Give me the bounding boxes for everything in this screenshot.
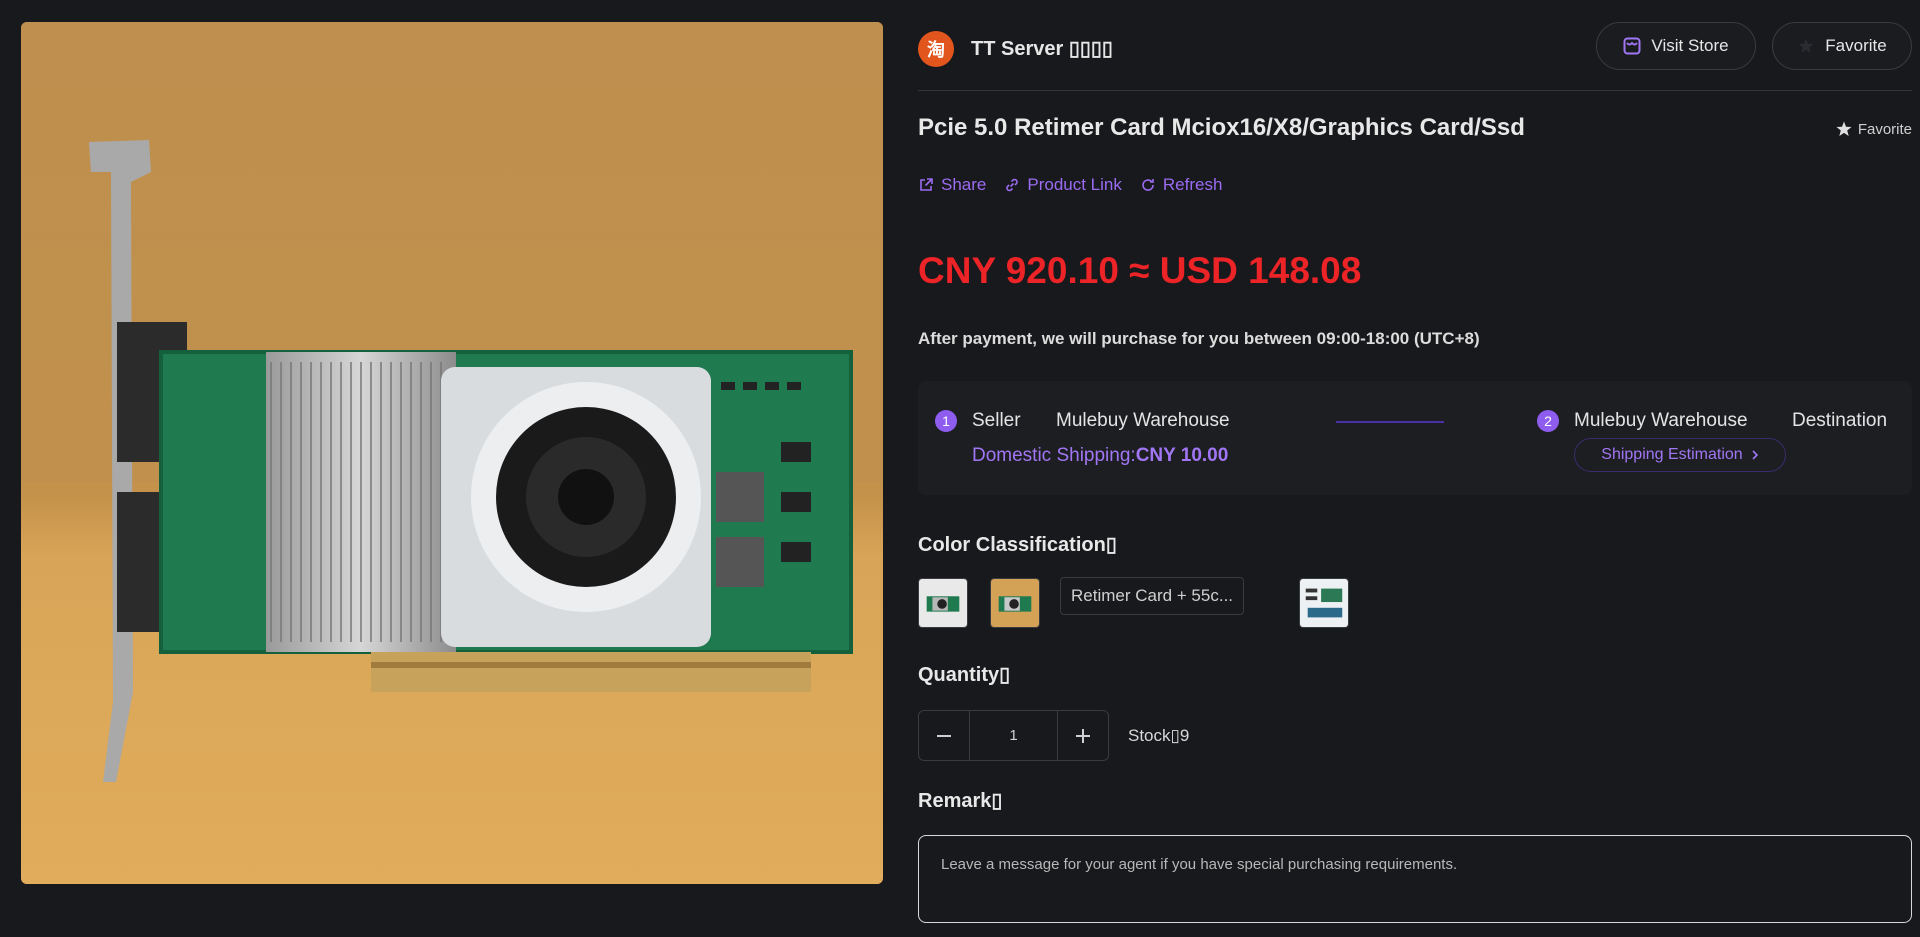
share-label: Share bbox=[941, 175, 987, 194]
product-link-button[interactable]: Product Link bbox=[1004, 175, 1122, 195]
decrease-quantity-button[interactable] bbox=[919, 711, 969, 760]
increase-quantity-button[interactable] bbox=[1058, 711, 1108, 760]
step-2-to: Destination bbox=[1792, 410, 1888, 431]
share-icon bbox=[920, 178, 933, 191]
visit-store-button[interactable]: Visit Store bbox=[1596, 22, 1756, 70]
star-icon bbox=[1798, 38, 1814, 53]
chevron-right-icon bbox=[1752, 450, 1758, 460]
visit-store-label: Visit Store bbox=[1651, 36, 1729, 55]
color-option-1-thumbnail bbox=[919, 579, 967, 627]
favorite-store-label: Favorite bbox=[1825, 36, 1887, 55]
link-icon bbox=[1006, 178, 1019, 192]
color-option-2-thumbnail bbox=[991, 579, 1039, 627]
store-icon bbox=[1623, 37, 1641, 55]
quantity-label: Quantity▯ bbox=[918, 664, 1011, 686]
domestic-shipping: Domestic Shipping:CNY 10.00 bbox=[972, 445, 1228, 467]
product-actions: Share Product Link Refresh bbox=[918, 175, 1222, 195]
color-option-1[interactable] bbox=[918, 578, 968, 628]
product-price: CNY 920.10 ≈ USD 148.08 bbox=[918, 250, 1362, 291]
product-detail-panel: 淘 TT Server ▯▯▯▯ Visit Store Favorite Pc… bbox=[918, 0, 1912, 937]
purchase-notice: After payment, we will purchase for you … bbox=[918, 329, 1480, 348]
color-option-3[interactable]: Retimer Card + 55c... bbox=[1060, 577, 1244, 615]
remark-label: Remark▯ bbox=[918, 790, 1003, 812]
star-icon bbox=[1836, 121, 1852, 136]
refresh-button[interactable]: Refresh bbox=[1140, 175, 1223, 195]
step-1-to: Mulebuy Warehouse bbox=[1056, 410, 1230, 431]
share-button[interactable]: Share bbox=[918, 175, 986, 195]
domestic-shipping-value: CNY 10.00 bbox=[1135, 445, 1229, 466]
quantity-input[interactable]: 1 bbox=[969, 711, 1058, 760]
plus-icon bbox=[1076, 728, 1090, 743]
store-name[interactable]: TT Server ▯▯▯▯ bbox=[971, 36, 1113, 61]
color-option-4[interactable] bbox=[1299, 578, 1349, 628]
shipping-route: 1 Seller Mulebuy Warehouse 2 Mulebuy War… bbox=[918, 381, 1912, 495]
shipping-estimation-label: Shipping Estimation bbox=[1601, 446, 1743, 463]
favorite-store-button[interactable]: Favorite bbox=[1772, 22, 1912, 70]
product-photo bbox=[21, 22, 883, 884]
store-logo: 淘 bbox=[918, 31, 954, 67]
product-link-label: Product Link bbox=[1027, 175, 1122, 194]
color-option-4-thumbnail bbox=[1300, 579, 1348, 627]
favorite-product-label: Favorite bbox=[1857, 120, 1912, 138]
product-title: Pcie 5.0 Retimer Card Mciox16/X8/Graphic… bbox=[918, 114, 1525, 141]
domestic-shipping-label: Domestic Shipping: bbox=[972, 445, 1136, 466]
header-divider bbox=[918, 90, 1912, 91]
minus-icon bbox=[937, 734, 951, 737]
stock-count: Stock▯9 bbox=[1128, 726, 1190, 745]
refresh-icon bbox=[1142, 179, 1154, 191]
favorite-product-button[interactable]: Favorite bbox=[1835, 120, 1912, 138]
step-2-badge: 2 bbox=[1537, 410, 1559, 432]
color-classification-label: Color Classification▯ bbox=[918, 534, 1117, 556]
step-1-from: Seller bbox=[972, 410, 1021, 431]
route-connector bbox=[1336, 421, 1444, 423]
product-image[interactable] bbox=[21, 22, 883, 884]
refresh-label: Refresh bbox=[1162, 175, 1223, 194]
quantity-stepper: 1 bbox=[918, 710, 1109, 761]
remark-textarea[interactable] bbox=[918, 835, 1912, 923]
step-2-from: Mulebuy Warehouse bbox=[1574, 410, 1748, 431]
store-header: 淘 TT Server ▯▯▯▯ Visit Store Favorite bbox=[918, 22, 1912, 70]
shipping-estimation-button[interactable]: Shipping Estimation bbox=[1574, 438, 1786, 472]
color-option-2[interactable] bbox=[990, 578, 1040, 628]
step-1-badge: 1 bbox=[935, 410, 957, 432]
